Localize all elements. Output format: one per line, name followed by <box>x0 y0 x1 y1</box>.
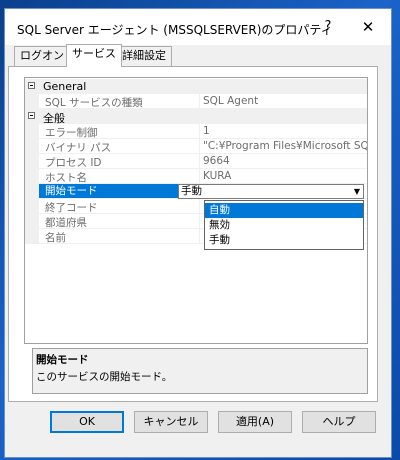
property-value: 1 <box>203 125 210 137</box>
start-mode-dropdown-list: 自動 無効 手動 <box>204 200 364 250</box>
tab-logon[interactable]: ログオン <box>14 46 70 66</box>
property-row[interactable]: バイナリ パス "C:¥Program Files¥Microsoft SQL … <box>25 139 367 154</box>
property-row[interactable]: プロセス ID 9664 <box>25 154 367 169</box>
property-name: 終了コード <box>45 202 98 214</box>
property-name: エラー制御 <box>45 127 98 139</box>
collapse-icon[interactable] <box>28 82 35 89</box>
option-automatic[interactable]: 自動 <box>205 203 363 218</box>
property-row[interactable]: ホスト名 KURA <box>25 169 367 184</box>
property-name: SQL サービスの種類 <box>45 97 143 109</box>
category-row-general-ja[interactable]: 全般 <box>25 109 367 125</box>
tab-service[interactable]: サービス <box>66 44 122 67</box>
combobox-value: 手動 <box>181 185 202 197</box>
option-disabled[interactable]: 無効 <box>205 218 363 233</box>
property-value: KURA <box>203 170 232 182</box>
property-value: "C:¥Program Files¥Microsoft SQL Ser <box>203 140 367 152</box>
property-name: 名前 <box>45 232 66 244</box>
category-row-general[interactable]: General <box>25 79 367 94</box>
tab-advanced[interactable]: 詳細設定 <box>116 46 172 66</box>
property-value: SQL Agent <box>203 95 259 107</box>
description-panel: 開始モード このサービスの開始モード。 <box>32 348 368 394</box>
option-manual[interactable]: 手動 <box>205 233 363 248</box>
ok-button[interactable]: OK <box>50 411 124 433</box>
apply-button[interactable]: 適用(A) <box>218 411 292 433</box>
property-name: ホスト名 <box>45 172 87 184</box>
help-button[interactable]: ヘルプ <box>302 411 376 433</box>
property-row[interactable]: エラー制御 1 <box>25 124 367 139</box>
property-name: バイナリ パス <box>45 142 112 154</box>
collapse-icon[interactable] <box>28 112 35 119</box>
window-title: SQL Server エージェント (MSSQLSERVER)のプロパティ <box>17 23 333 37</box>
title-bar[interactable]: SQL Server エージェント (MSSQLSERVER)のプロパティ ? … <box>5 9 391 45</box>
tab-strip: ログオン サービス 詳細設定 <box>8 44 378 67</box>
description-text: このサービスの開始モード。 <box>36 371 173 383</box>
property-row[interactable]: SQL サービスの種類 SQL Agent <box>25 94 367 109</box>
property-name: 都道府県 <box>45 217 87 229</box>
property-value: 9664 <box>203 155 230 167</box>
description-title: 開始モード <box>36 354 89 366</box>
property-name: プロセス ID <box>45 157 102 169</box>
cancel-button[interactable]: キャンセル <box>134 411 208 433</box>
category-label: General <box>43 80 87 93</box>
chevron-down-icon[interactable]: ▼ <box>354 186 360 198</box>
start-mode-combobox[interactable]: 手動 ▼ <box>178 184 364 199</box>
close-icon[interactable]: ✕ <box>345 9 391 45</box>
